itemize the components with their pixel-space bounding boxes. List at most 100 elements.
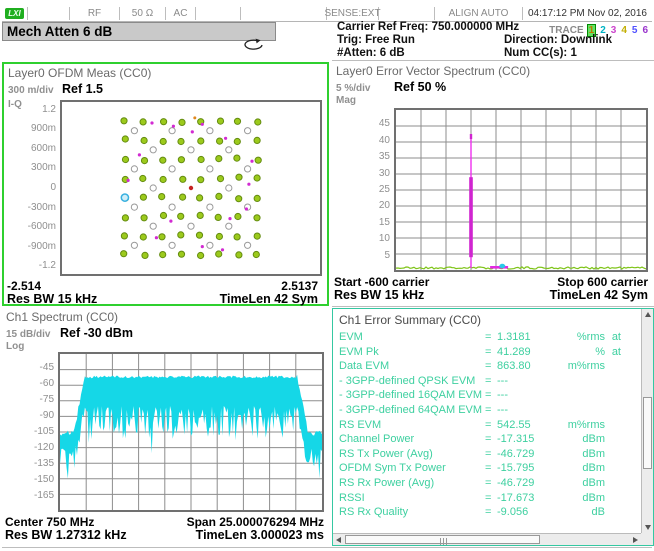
summary-row: OFDM Sym Tx Power=-15.795dBm <box>339 462 623 477</box>
hscroll-thumb[interactable] <box>345 535 540 544</box>
horizontal-scrollbar[interactable] <box>333 533 641 545</box>
vscroll-thumb[interactable] <box>643 397 652 469</box>
trace-number-6[interactable]: 6 <box>641 25 649 36</box>
summary-metric-name: RS EVM <box>339 419 485 434</box>
summary-metric-name: Channel Power <box>339 433 485 448</box>
scroll-down-icon[interactable] <box>645 525 651 530</box>
spacer-cell <box>379 7 435 20</box>
y-tick-label: 300m <box>4 162 56 173</box>
y-tick-label: -300m <box>4 202 56 213</box>
y-tick-label: 45 <box>332 118 390 129</box>
vertical-scrollbar[interactable] <box>641 309 653 533</box>
res-bw-label: Res BW 15 kHz <box>7 292 97 306</box>
y-tick-label: 0 <box>4 182 56 193</box>
summary-metric-extra <box>605 448 621 463</box>
stop-label: Stop 600 carrier <box>557 275 648 289</box>
y-tick-label: 900m <box>4 123 56 134</box>
scale-per-div-label: 300 m/div <box>8 85 54 96</box>
axis-format-label: Mag <box>336 95 356 106</box>
summary-metric-value: -46.729 <box>497 448 555 463</box>
scale-per-div-label: 5 %/div <box>336 83 370 94</box>
panel-title: Layer0 OFDM Meas (CC0) <box>8 66 151 80</box>
divider <box>332 60 654 61</box>
summary-metric-value: 542.55 <box>497 419 555 434</box>
summary-metric-unit <box>555 375 605 390</box>
y-tick-label: -120 <box>2 442 54 453</box>
start-label: Start -600 carrier <box>334 275 429 289</box>
carrier-ref-freq: Carrier Ref Freq: 750.000000 MHz <box>337 21 519 33</box>
summary-metric-extra <box>605 375 621 390</box>
summary-metric-unit: dB <box>555 506 605 521</box>
summary-metric-value: -17.673 <box>497 492 555 507</box>
scroll-up-icon[interactable] <box>645 312 651 317</box>
summary-metric-unit: dBm <box>555 462 605 477</box>
panel-title: Ch1 Spectrum (CC0) <box>6 310 118 324</box>
lxi-icon: LXI <box>5 8 23 19</box>
summary-metric-extra <box>605 492 621 507</box>
trace-number-5[interactable]: 5 <box>631 25 639 36</box>
ref-level-label: Ref 1.5 <box>62 82 103 96</box>
summary-metric-name: RSSI <box>339 492 485 507</box>
summary-equals: = <box>485 375 497 390</box>
summary-metric-name: RS Rx Quality <box>339 506 485 521</box>
panel-title: Layer0 Error Vector Spectrum (CC0) <box>336 64 530 78</box>
panel-ofdm-meas[interactable]: Layer0 OFDM Meas (CC0) 300 m/div Ref 1.5… <box>2 62 329 306</box>
panel-spectrum[interactable]: Ch1 Spectrum (CC0) 15 dB/div Ref -30 dBm… <box>2 308 329 546</box>
x-min-label: -2.514 <box>7 279 41 293</box>
summary-equals: = <box>485 389 497 404</box>
y-tick-label: 5 <box>332 250 390 261</box>
summary-equals: = <box>485 331 497 346</box>
summary-metric-unit: m%rms <box>555 360 605 375</box>
atten-status: #Atten: 6 dB <box>337 47 405 59</box>
summary-row: EVM=1.3181%rmsat <box>339 331 623 346</box>
scroll-right-icon[interactable] <box>633 537 638 543</box>
summary-equals: = <box>485 462 497 477</box>
summary-metric-unit: %rms <box>555 331 605 346</box>
summary-equals: = <box>485 492 497 507</box>
summary-equals: = <box>485 477 497 492</box>
y-tick-label: -900m <box>4 241 56 252</box>
y-tick-label: -600m <box>4 221 56 232</box>
y-tick-label: -75 <box>2 394 54 405</box>
y-tick-label: 15 <box>332 217 390 228</box>
scroll-left-icon[interactable] <box>336 537 341 543</box>
lxi-cell: LXI <box>2 7 28 20</box>
y-tick-label: 25 <box>332 184 390 195</box>
panel-error-summary[interactable]: Ch1 Error Summary (CC0) EVM=1.3181%rmsat… <box>332 308 654 546</box>
x-max-label: 2.5137 <box>281 279 318 293</box>
y-axis-ticks: 1.2900m600m300m0-300m-600m-900m-1.2 <box>4 100 56 276</box>
scale-per-div-label: 15 dB/div <box>6 329 50 340</box>
summary-metric-value: 863.80 <box>497 360 555 375</box>
continuous-sweep-icon <box>243 38 265 57</box>
spectrum-plot[interactable] <box>58 352 324 512</box>
panel-error-vector-spectrum[interactable]: Layer0 Error Vector Spectrum (CC0) 5 %/d… <box>332 62 654 306</box>
summary-metric-name: RS Rx Power (Avg) <box>339 477 485 492</box>
spacer-cell <box>241 7 327 20</box>
summary-row: Channel Power=-17.315dBm <box>339 433 623 448</box>
summary-metric-extra <box>605 506 621 521</box>
summary-metric-unit: % <box>555 346 605 361</box>
summary-metric-value: -9.056 <box>497 506 555 521</box>
summary-metric-value: 1.3181 <box>497 331 555 346</box>
y-tick-label: -150 <box>2 474 54 485</box>
center-freq-label: Center 750 MHz <box>5 515 94 529</box>
summary-metric-name: - 3GPP-defined 16QAM EVM <box>339 389 485 404</box>
status-bar: LXI RF 50 Ω AC SENSE:EXT ALIGN AUTO 04:1… <box>2 7 652 22</box>
summary-row: - 3GPP-defined 64QAM EVM=--- <box>339 404 623 419</box>
constellation-plot[interactable] <box>60 100 322 276</box>
y-tick-label: 20 <box>332 200 390 211</box>
summary-row: Data EVM=863.80m%rms <box>339 360 623 375</box>
y-tick-label: -135 <box>2 458 54 469</box>
datetime-display: 04:17:12 PM Nov 02, 2016 <box>523 7 652 20</box>
sense-indicator: SENSE:EXT <box>327 7 379 20</box>
summary-row: RSSI=-17.673dBm <box>339 492 623 507</box>
analyzer-screen: LXI RF 50 Ω AC SENSE:EXT ALIGN AUTO 04:1… <box>0 0 654 551</box>
message-bar: Mech Atten 6 dB <box>2 22 276 41</box>
impedance-indicator: 50 Ω <box>120 7 166 20</box>
summary-row: RS Rx Power (Avg)=-46.729dBm <box>339 477 623 492</box>
trace-number-4[interactable]: 4 <box>620 25 628 36</box>
evs-plot[interactable] <box>394 108 648 272</box>
y-tick-label: -1.2 <box>4 260 56 271</box>
summary-metric-value: -15.795 <box>497 462 555 477</box>
spacer-cell <box>28 7 70 20</box>
